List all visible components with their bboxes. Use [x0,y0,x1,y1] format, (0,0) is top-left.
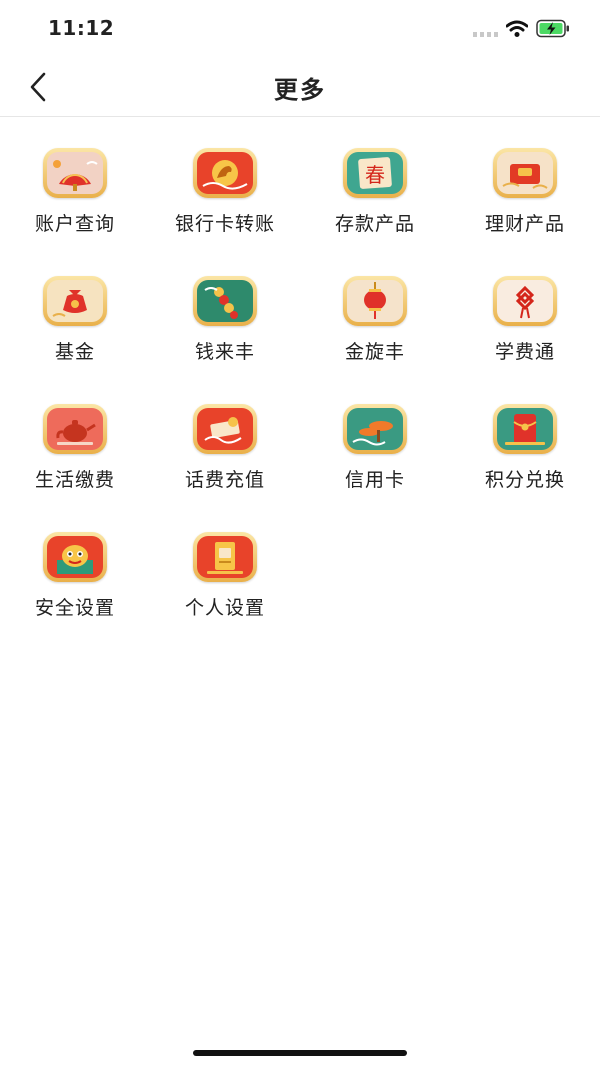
navigation-bar: 更多 [0,58,600,117]
item-label: 钱来丰 [194,341,255,363]
status-bar: 11:12 [0,0,600,58]
spring-character-icon: 春 [343,148,407,198]
menu-item-utility-payment[interactable]: 生活缴费 [0,396,150,524]
teapot-icon [43,404,107,454]
cellular-signal-icon [473,32,499,37]
menu-item-points-exchange[interactable]: 积分兑换 [450,396,600,524]
home-indicator[interactable] [193,1050,407,1056]
battery-charging-icon [536,19,569,38]
menu-item-tuition-pay[interactable]: 学费通 [450,268,600,396]
item-label: 信用卡 [344,469,405,491]
menu-item-phone-topup[interactable]: 话费充值 [150,396,300,524]
lantern-icon [343,276,407,326]
folding-fan-icon [43,148,107,198]
red-packet-icon [493,404,557,454]
item-label: 学费通 [494,341,555,363]
page-title: 更多 [274,76,326,104]
item-label: 个人设置 [184,597,265,619]
menu-item-account-inquiry[interactable]: 账户查询 [0,140,150,268]
item-label: 理财产品 [484,213,565,235]
pine-tree-cloud-icon [343,404,407,454]
scroll-ribbon-icon [193,404,257,454]
menu-item-deposit-products[interactable]: 春 存款产品 [300,140,450,268]
item-label: 存款产品 [334,213,415,235]
item-label: 生活缴费 [34,469,115,491]
menu-item-bank-card-transfer[interactable]: 银行卡转账 [150,140,300,268]
item-label: 银行卡转账 [174,213,275,235]
svg-text:春: 春 [365,163,385,187]
status-time: 11:12 [48,16,115,40]
chinese-knot-icon [493,276,557,326]
menu-item-fund[interactable]: 基金 [0,268,150,396]
menu-item-personal-settings[interactable]: 个人设置 [150,524,300,652]
item-label: 基金 [54,341,95,363]
item-label: 金旋丰 [344,341,405,363]
menu-item-security-settings[interactable]: 安全设置 [0,524,150,652]
wifi-icon [506,20,528,37]
golden-horse-icon [193,148,257,198]
money-bag-icon [43,276,107,326]
red-envelope-box-icon [493,148,557,198]
menu-item-credit-card[interactable]: 信用卡 [300,396,450,524]
coin-string-icon [193,276,257,326]
lion-dance-icon [43,532,107,582]
item-label: 安全设置 [34,597,115,619]
item-label: 话费充值 [184,469,265,491]
menu-item-jinxuanfeng[interactable]: 金旋丰 [300,268,450,396]
menu-item-wealth-products[interactable]: 理财产品 [450,140,600,268]
item-label: 积分兑换 [484,469,565,491]
menu-item-qianlaifeng[interactable]: 钱来丰 [150,268,300,396]
gold-card-icon [193,532,257,582]
item-label: 账户查询 [34,213,115,235]
